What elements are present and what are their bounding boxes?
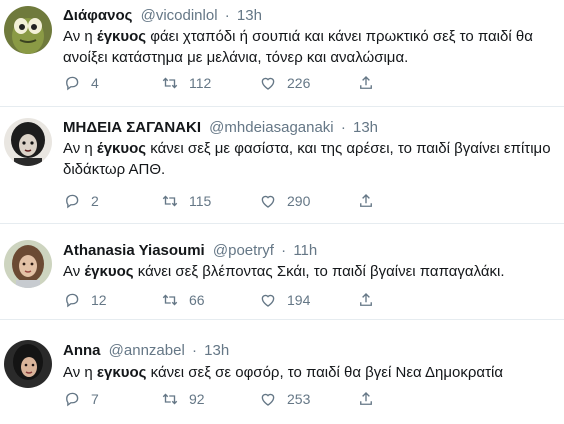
avatar[interactable] <box>4 118 52 166</box>
display-name[interactable]: Anna <box>63 342 101 359</box>
reply-icon <box>66 76 79 91</box>
avatar[interactable] <box>4 240 52 288</box>
share-icon <box>360 293 372 306</box>
like-button[interactable]: 194 <box>259 291 310 309</box>
share-button[interactable] <box>357 192 375 210</box>
tweet-text-line: Αν η εγκυος κάνει σεξ σε οφσόρ, το παιδί… <box>63 364 503 381</box>
tweet-text-line: Αν έγκυος κάνει σεξ βλέποντας Σκάι, το π… <box>63 263 505 280</box>
user-handle[interactable]: @poetryf <box>213 242 274 259</box>
retweet-button[interactable]: 66 <box>161 291 205 309</box>
heart-icon <box>261 195 275 208</box>
retweet-count: 112 <box>189 75 212 91</box>
like-count: 290 <box>287 193 311 209</box>
tweet-header: Athanasia Yiasoumi @poetryf · 11h <box>63 242 317 260</box>
retweet-button[interactable]: 115 <box>161 192 211 210</box>
retweet-icon <box>162 195 178 207</box>
highlighted-word: έγκυος <box>84 263 134 280</box>
tweet-text: Αν η εγκυος κάνει σεξ σε οφσόρ, το παιδί… <box>63 362 561 383</box>
reply-button[interactable]: 7 <box>63 390 99 408</box>
like-count: 226 <box>287 75 311 91</box>
like-count: 194 <box>287 292 311 308</box>
timestamp[interactable]: 13h <box>353 119 378 136</box>
separator-dot: · <box>224 7 230 24</box>
retweet-button[interactable]: 92 <box>161 390 205 408</box>
heart-icon <box>261 393 275 406</box>
reply-button[interactable]: 12 <box>63 291 107 309</box>
avatar[interactable] <box>4 340 52 388</box>
tweet-header: Διάφανος @vicodinlol · 13h <box>63 7 262 25</box>
retweet-icon <box>162 77 178 89</box>
tweet-header: Anna @annzabel · 13h <box>63 342 229 360</box>
share-button[interactable] <box>357 390 375 408</box>
highlighted-word: έγκυος <box>96 28 147 45</box>
retweet-icon <box>162 294 178 306</box>
separator-dot: · <box>340 119 346 136</box>
retweet-button[interactable]: 112 <box>161 74 211 92</box>
tweet-text-line: ανοίξει κατάστημα με μελάνια, τόνερ και … <box>63 49 409 66</box>
highlighted-word: έγκυος <box>96 140 147 157</box>
reply-count: 4 <box>91 75 99 91</box>
separator-dot: · <box>191 342 197 359</box>
tweet-text: Αν έγκυος κάνει σεξ βλέποντας Σκάι, το π… <box>63 261 561 282</box>
like-count: 253 <box>287 391 311 407</box>
display-name[interactable]: Athanasia Yiasoumi <box>63 242 205 259</box>
heart-icon <box>261 77 275 90</box>
retweet-count: 115 <box>189 193 212 209</box>
reply-button[interactable]: 2 <box>63 192 99 210</box>
reply-icon <box>66 293 79 308</box>
avatar[interactable] <box>4 6 52 54</box>
highlighted-word: εγκυος <box>96 364 147 381</box>
reply-count: 2 <box>91 193 99 209</box>
display-name[interactable]: ΜΗΔΕΙΑ ΣΑΓΑΝΑΚΙ <box>63 119 201 136</box>
reply-button[interactable]: 4 <box>63 74 99 92</box>
separator-dot: · <box>281 242 287 259</box>
like-button[interactable]: 253 <box>259 390 310 408</box>
timestamp[interactable]: 13h <box>237 7 262 24</box>
tweet-text: Αν η έγκυος κάνει σεξ με φασίστα, και τη… <box>63 138 561 180</box>
tweet-text-line: Αν η έγκυος φάει χταπόδι ή σουπιά και κά… <box>63 28 533 45</box>
share-icon <box>360 392 372 405</box>
tweet[interactable]: Anna @annzabel · 13h Αν η εγκυος κάνει σ… <box>0 328 564 424</box>
reply-icon <box>66 194 79 209</box>
tweet-feed: Διάφανος @vicodinlol · 13h Αν η έγκυος φ… <box>0 0 564 424</box>
reply-icon <box>66 392 79 407</box>
retweet-count: 66 <box>189 292 205 308</box>
retweet-count: 92 <box>189 391 205 407</box>
user-handle[interactable]: @vicodinlol <box>141 7 218 24</box>
timestamp[interactable]: 11h <box>293 242 317 259</box>
user-handle[interactable]: @mhdeiasaganaki <box>209 119 333 136</box>
like-button[interactable]: 290 <box>259 192 310 210</box>
share-button[interactable] <box>357 291 375 309</box>
share-icon <box>360 76 372 89</box>
like-button[interactable]: 226 <box>259 74 310 92</box>
tweet-text: Αν η έγκυος φάει χταπόδι ή σουπιά και κά… <box>63 26 561 68</box>
tweet-header: ΜΗΔΕΙΑ ΣΑΓΑΝΑΚΙ @mhdeiasaganaki · 13h <box>63 119 378 137</box>
share-button[interactable] <box>357 74 375 92</box>
tweet-text-line: Αν η έγκυος κάνει σεξ με φασίστα, και τη… <box>63 140 551 157</box>
tweet[interactable]: Διάφανος @vicodinlol · 13h Αν η έγκυος φ… <box>0 0 564 107</box>
display-name[interactable]: Διάφανος <box>63 7 132 24</box>
heart-icon <box>261 294 275 307</box>
share-icon <box>360 194 372 207</box>
reply-count: 7 <box>91 391 99 407</box>
retweet-icon <box>162 393 178 405</box>
tweet-text-line: διδάκτωρ ΑΠΘ. <box>63 161 166 178</box>
user-handle[interactable]: @annzabel <box>109 342 185 359</box>
reply-count: 12 <box>91 292 107 308</box>
timestamp[interactable]: 13h <box>204 342 229 359</box>
tweet[interactable]: Athanasia Yiasoumi @poetryf · 11h Αν έγκ… <box>0 230 564 320</box>
tweet[interactable]: ΜΗΔΕΙΑ ΣΑΓΑΝΑΚΙ @mhdeiasaganaki · 13h Αν… <box>0 112 564 224</box>
